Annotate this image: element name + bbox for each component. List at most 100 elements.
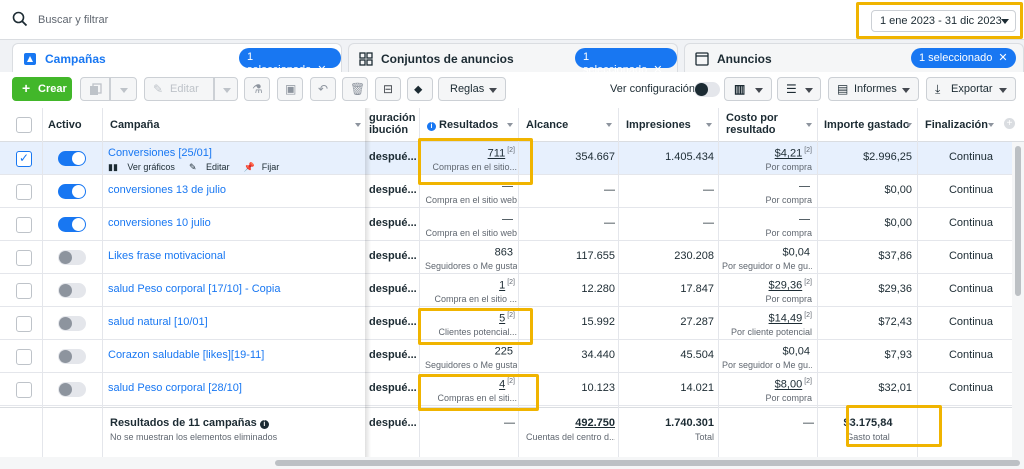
columns-button[interactable]: ▥ xyxy=(724,77,772,101)
sort-icon[interactable] xyxy=(507,123,513,127)
attribution-cell: despué... xyxy=(369,382,417,394)
edit-link[interactable]: ✎ Editar xyxy=(189,162,237,172)
campaign-name-link[interactable]: Likes frase motivacional xyxy=(108,250,225,262)
campaign-name-link[interactable]: Conversiones [25/01] xyxy=(108,147,212,159)
delete-button[interactable]: 🗑 xyxy=(342,77,368,101)
selected-chip-campaigns[interactable]: 1 seleccionado ✕ xyxy=(239,48,341,76)
chevron-down-icon xyxy=(223,88,231,93)
impressions-cell: 230.208 xyxy=(674,250,714,262)
campaign-toggle[interactable] xyxy=(58,382,86,397)
edit-button[interactable]: ✎ Editar xyxy=(144,77,214,101)
row-checkbox[interactable] xyxy=(16,349,32,365)
campaign-toggle[interactable] xyxy=(58,184,86,199)
sort-icon[interactable] xyxy=(706,123,712,127)
table-row[interactable]: salud Peso corporal [17/10] - Copia despu… xyxy=(0,274,1012,307)
campaign-toggle[interactable] xyxy=(58,151,86,166)
results-footnote: [2] xyxy=(507,147,515,154)
undo-button[interactable]: ↶ xyxy=(310,77,336,101)
sort-icon[interactable] xyxy=(355,123,361,127)
col-impressions[interactable]: Impresiones xyxy=(626,108,691,142)
row-checkbox[interactable] xyxy=(16,151,32,167)
breakdown-button[interactable]: ☰ xyxy=(777,77,821,101)
horizontal-scrollbar[interactable] xyxy=(0,457,1024,469)
table-row[interactable]: Likes frase motivacional despué... 863 Segu… xyxy=(0,241,1012,274)
campaign-name-link[interactable]: salud Peso corporal [17/10] - Copia xyxy=(108,283,280,295)
export-button[interactable]: ⤓ Exportar xyxy=(926,77,1016,101)
table-row[interactable]: salud natural [10/01] despué... 5 [2] Client… xyxy=(0,307,1012,340)
edit-menu-button[interactable] xyxy=(214,77,238,101)
col-end[interactable]: Finalización xyxy=(925,108,988,142)
spent-cell: $29,36 xyxy=(878,283,912,295)
summary-title-text: Resultados de 11 campañas xyxy=(110,417,257,429)
duplicate-button[interactable] xyxy=(80,77,110,101)
tab-campaigns[interactable]: Campañas 1 seleccionado ✕ xyxy=(12,43,342,76)
close-icon[interactable]: ✕ xyxy=(998,52,1007,64)
duplicate-menu-button[interactable] xyxy=(110,77,137,101)
tab-adsets[interactable]: Conjuntos de anuncios 1 seleccionado ✕ xyxy=(348,43,678,76)
col-reach[interactable]: Alcance xyxy=(526,108,568,142)
tag-button[interactable]: ⬥ xyxy=(407,77,433,101)
table-row[interactable]: Corazon saludable [likes][19-11] despué..… xyxy=(0,340,1012,373)
results-footnote: [2] xyxy=(507,378,515,385)
select-all-checkbox[interactable] xyxy=(16,117,32,133)
row-checkbox[interactable] xyxy=(16,283,32,299)
add-column-icon[interactable]: + xyxy=(1004,118,1015,129)
ab-test-button[interactable]: ⚗ xyxy=(244,77,270,101)
scrollbar-thumb[interactable] xyxy=(1015,146,1021,296)
campaign-toggle[interactable] xyxy=(58,217,86,232)
table-row[interactable]: conversiones 10 julio despué... — Compra en… xyxy=(0,208,1012,241)
table-row[interactable]: salud Peso corporal [28/10] despué... 4 [2]… xyxy=(0,373,1012,406)
attribution-cell: despué... xyxy=(369,184,417,196)
sort-icon[interactable] xyxy=(906,123,912,127)
impressions-cell: — xyxy=(703,217,714,229)
cost-footnote: [2] xyxy=(804,279,812,286)
date-range-picker[interactable]: 1 ene 2023 - 31 dic 2023 xyxy=(871,10,1016,32)
attribution-cell: despué... xyxy=(369,316,417,328)
campaign-name-link[interactable]: conversiones 10 julio xyxy=(108,217,211,229)
row-checkbox[interactable] xyxy=(16,316,32,332)
sort-icon[interactable] xyxy=(988,123,994,127)
table-row[interactable]: Conversiones [25/01] ▮▮ Ver gráficos ✎ Edi… xyxy=(0,142,1012,175)
summary-impressions: 1.740.301 xyxy=(665,417,714,429)
row-checkbox[interactable] xyxy=(16,217,32,233)
preview-button[interactable]: ⊟ xyxy=(375,77,401,101)
col-results[interactable]: i Resultados xyxy=(427,108,498,142)
col-active[interactable]: Activo xyxy=(48,108,82,142)
view-charts-link[interactable]: ▮▮ Ver gráficos xyxy=(108,162,182,172)
search-input[interactable] xyxy=(38,11,638,29)
sort-icon[interactable] xyxy=(606,123,612,127)
col-campaign[interactable]: Campaña xyxy=(110,108,160,142)
row-checkbox[interactable] xyxy=(16,184,32,200)
campaign-toggle[interactable] xyxy=(58,316,86,331)
col-spent[interactable]: Importe gastado xyxy=(824,108,910,142)
pin-link[interactable]: 📌 Fijar xyxy=(244,162,287,172)
results-value: 4 xyxy=(499,378,506,391)
selected-chip-adsets[interactable]: 1 seleccionado ✕ xyxy=(575,48,677,76)
row-checkbox[interactable] xyxy=(16,250,32,266)
campaign-toggle[interactable] xyxy=(58,283,86,298)
row-checkbox[interactable] xyxy=(16,382,32,398)
campaign-name-link[interactable]: salud Peso corporal [28/10] xyxy=(108,382,242,394)
campaign-name-link[interactable]: Corazon saludable [likes][19-11] xyxy=(108,349,264,361)
create-button[interactable]: + Crear xyxy=(12,77,72,101)
campaign-toggle[interactable] xyxy=(58,349,86,364)
campaign-toggle[interactable] xyxy=(58,250,86,265)
end-cell: Continua xyxy=(948,382,993,394)
clipboard-button[interactable]: ▣ xyxy=(277,77,303,101)
sort-icon[interactable] xyxy=(806,123,812,127)
table-row[interactable]: conversiones 13 de julio despué... — Compra… xyxy=(0,175,1012,208)
scrollbar-thumb[interactable] xyxy=(275,460,1020,466)
edit-button-label: Editar xyxy=(170,83,199,95)
tab-ads[interactable]: Anuncios 1 seleccionado ✕ xyxy=(684,43,1024,72)
rules-button[interactable]: Reglas xyxy=(438,77,506,101)
reports-button[interactable]: ▤ Informes xyxy=(828,77,919,101)
selected-chip-ads[interactable]: 1 seleccionado ✕ xyxy=(911,48,1016,68)
chevron-down-icon xyxy=(902,88,910,93)
vertical-scrollbar[interactable] xyxy=(1012,142,1024,457)
col-cost[interactable]: Costo por resultado xyxy=(726,108,778,142)
col-attribution[interactable]: guración ibución xyxy=(369,108,415,142)
summary-impressions-label: Total xyxy=(694,432,714,442)
campaign-name-link[interactable]: conversiones 13 de julio xyxy=(108,184,226,196)
view-config-toggle[interactable] xyxy=(694,82,720,97)
campaign-name-link[interactable]: salud natural [10/01] xyxy=(108,316,208,328)
